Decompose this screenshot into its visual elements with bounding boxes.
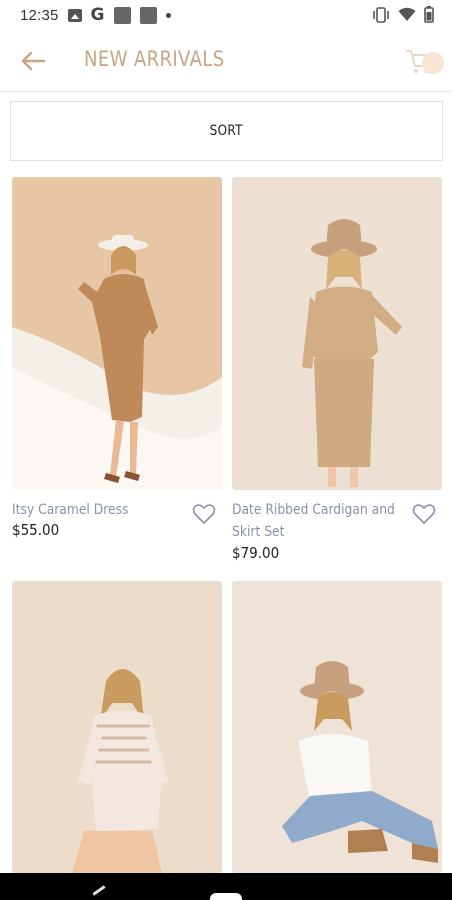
product-photo [12, 581, 222, 873]
product-image[interactable] [232, 177, 442, 490]
product-price: $79.00 [232, 544, 280, 562]
app-bar: NEW ARRIVALS [0, 30, 452, 92]
arrow-left-icon [21, 51, 46, 71]
nav-home-icon[interactable] [210, 893, 242, 900]
product-photo [232, 581, 442, 873]
product-photo [232, 177, 442, 490]
wifi-icon [398, 7, 416, 21]
product-image[interactable] [12, 177, 222, 490]
image-icon [67, 8, 82, 22]
favorite-button[interactable] [412, 503, 436, 525]
notification-square-icon [139, 6, 157, 24]
dot-icon [165, 12, 171, 18]
product-image[interactable] [12, 581, 222, 873]
cart-badge [422, 52, 444, 74]
heart-icon [192, 504, 216, 524]
product-card[interactable] [12, 581, 222, 873]
system-navigation-bar [0, 873, 452, 900]
product-price: $55.00 [12, 521, 60, 539]
battery-icon [424, 6, 434, 23]
status-left: 12:35 G [20, 4, 171, 25]
product-card[interactable]: Date Ribbed Cardigan and Skirt Set $79.0… [232, 177, 442, 562]
google-icon: G [90, 4, 105, 25]
nav-back-icon[interactable] [92, 885, 106, 896]
sort-label: SORT [209, 123, 244, 139]
back-button[interactable] [20, 50, 46, 72]
page-title: NEW ARRIVALS [84, 47, 225, 71]
favorite-button[interactable] [192, 503, 216, 525]
heart-icon [412, 504, 436, 524]
status-right [372, 6, 434, 23]
status-time: 12:35 [20, 6, 59, 24]
cart-button[interactable] [404, 44, 444, 80]
product-card[interactable] [232, 581, 442, 873]
status-bar: 12:35 G [0, 0, 452, 30]
product-card[interactable]: Itsy Caramel Dress $55.00 [12, 177, 222, 539]
notification-square-icon [113, 6, 131, 24]
product-name[interactable]: Itsy Caramel Dress [12, 499, 188, 521]
product-name[interactable]: Date Ribbed Cardigan and Skirt Set [232, 499, 408, 543]
product-photo [12, 177, 222, 490]
sort-button[interactable]: SORT [10, 101, 443, 161]
vibrate-icon [373, 6, 389, 23]
product-image[interactable] [232, 581, 442, 873]
